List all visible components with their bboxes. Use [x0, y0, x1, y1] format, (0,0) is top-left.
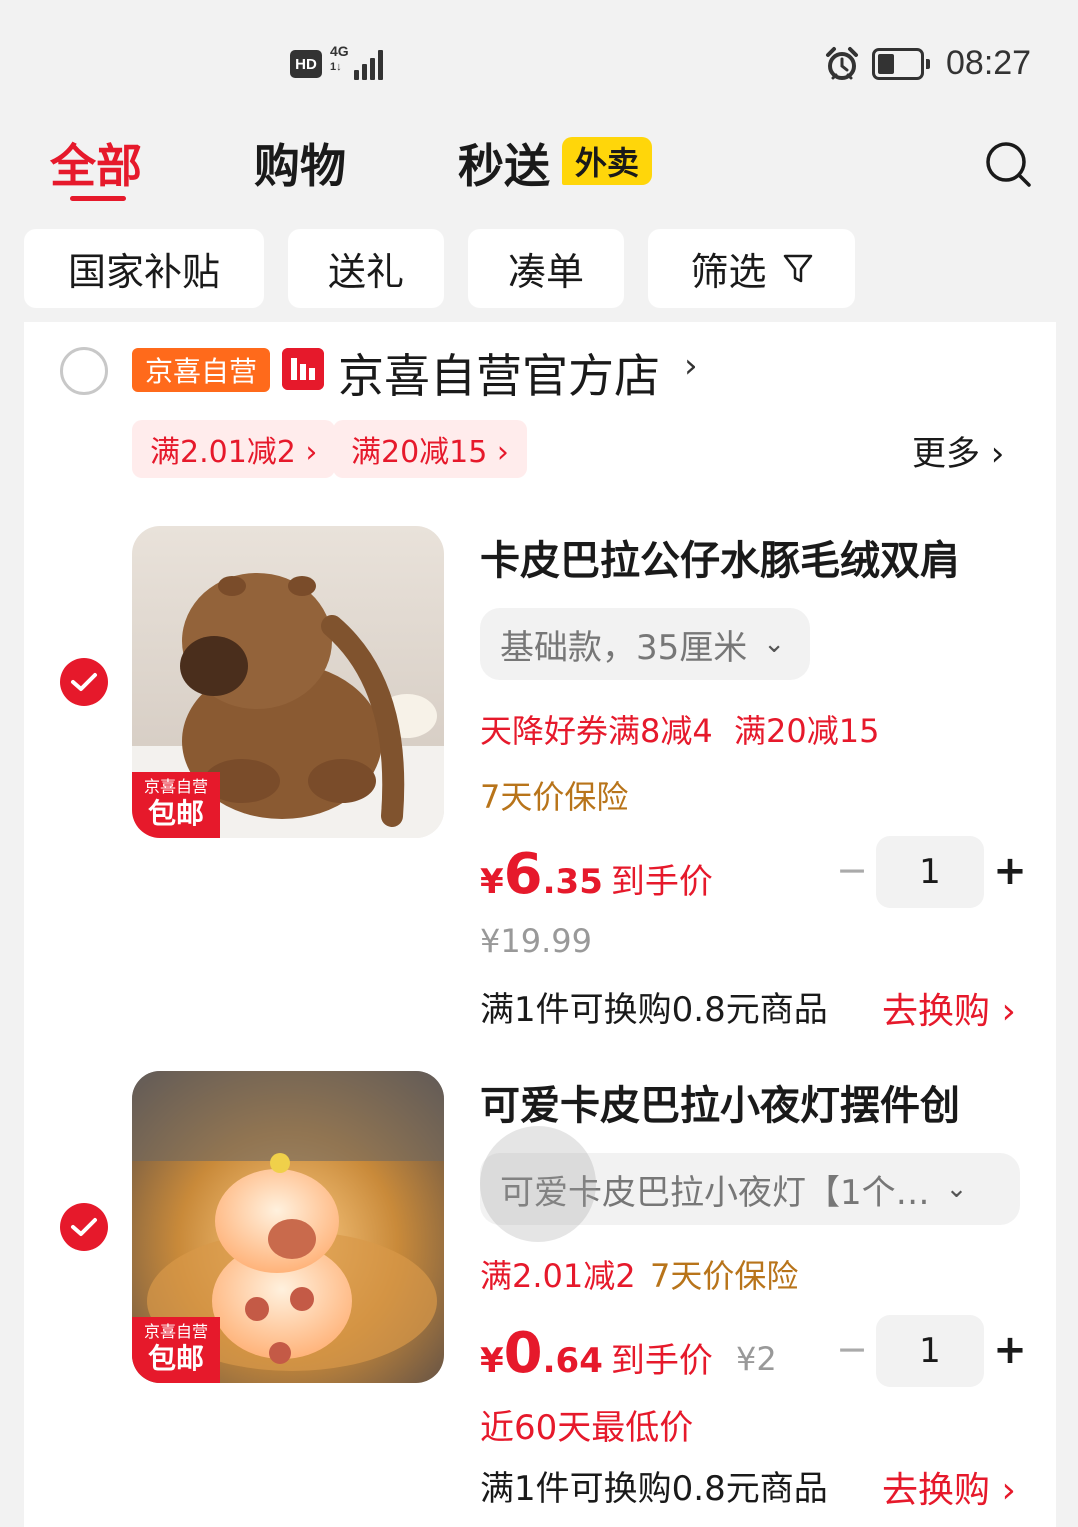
store-logo-icon [282, 348, 324, 390]
store-promo-1[interactable]: 满2.01减2 › [132, 420, 336, 478]
store-tag: 京喜自营 [132, 348, 270, 392]
chevron-right-icon[interactable]: › [684, 346, 698, 386]
store-cart-card: 京喜自营 京喜自营官方店 › 满2.01减2 › 满20减15 › 更多 › 京… [24, 322, 1056, 1527]
item-2-increase-button[interactable]: + [990, 1327, 1030, 1373]
item-1-coupon-2: 满20减15 [734, 712, 880, 750]
alarm-icon [826, 47, 858, 80]
tab-instant-delivery[interactable]: 秒送 [458, 130, 550, 196]
touch-indicator [480, 1126, 596, 1242]
chevron-down-icon: ⌄ [945, 1174, 968, 1204]
battery-icon [872, 48, 930, 80]
free-shipping-badge: 京喜自营 包邮 [132, 772, 220, 838]
funnel-icon [783, 254, 812, 282]
hd-indicator: HD [290, 50, 322, 78]
item-2-price: ¥0.64 到手价 [480, 1321, 713, 1386]
item-2-checkbox[interactable] [60, 1203, 108, 1251]
search-icon[interactable] [980, 136, 1036, 192]
item-2-price-insurance: 7天价保险 [650, 1257, 799, 1295]
free-shipping-badge: 京喜自营 包邮 [132, 1317, 220, 1383]
item-1-image[interactable]: 京喜自营 包邮 [132, 526, 444, 838]
item-2-image[interactable]: 京喜自营 包邮 [132, 1071, 444, 1383]
chevron-down-icon: ⌄ [763, 629, 786, 659]
item-2-lowest-price-note: 近60天最低价 [480, 1408, 694, 1448]
item-1-variant-selector[interactable]: 基础款，35厘米 ⌄ [480, 608, 810, 680]
takeaway-badge: 外卖 [562, 137, 652, 185]
filter-button[interactable]: 筛选 [648, 229, 855, 308]
tab-active-indicator [70, 196, 126, 201]
store-select-checkbox[interactable] [60, 347, 108, 395]
tab-all[interactable]: 全部 [50, 130, 142, 196]
filter-gift[interactable]: 送礼 [288, 229, 444, 308]
item-2-original-price: ¥2 [736, 1340, 777, 1378]
item-1-checkbox[interactable] [60, 658, 108, 706]
item-2-decrease-button[interactable]: − [832, 1327, 872, 1371]
network-type: 4G 1↓ [330, 43, 349, 73]
item-1-quantity[interactable]: 1 [876, 836, 984, 908]
item-1-decrease-button[interactable]: − [832, 848, 872, 892]
item-2-title[interactable]: 可爱卡皮巴拉小夜灯摆件创 [480, 1073, 1000, 1131]
status-bar: HD 4G 1↓ 08:27 [0, 0, 1078, 120]
more-promos-link[interactable]: 更多 › [912, 426, 1004, 475]
filter-national-subsidy[interactable]: 国家补贴 [24, 229, 264, 308]
item-1-exchange-text: 满1件可换购0.8元商品 [480, 990, 828, 1030]
item-1-coupon-1: 天降好券满8减4 [480, 712, 713, 750]
store-promo-2[interactable]: 满20减15 › [333, 420, 527, 478]
item-1-original-price: ¥19.99 [480, 922, 592, 960]
item-2-quantity[interactable]: 1 [876, 1315, 984, 1387]
tab-shopping[interactable]: 购物 [254, 130, 346, 196]
item-1-title[interactable]: 卡皮巴拉公仔水豚毛绒双肩 [480, 528, 1000, 586]
item-1-price: ¥6.35 到手价 [480, 842, 713, 907]
store-name[interactable]: 京喜自营官方店 [338, 340, 660, 406]
item-1-exchange-link[interactable]: 去换购 › [882, 982, 1016, 1034]
item-1-increase-button[interactable]: + [990, 848, 1030, 894]
check-icon [71, 673, 97, 691]
item-2-exchange-link[interactable]: 去换购 › [882, 1461, 1016, 1513]
check-icon [71, 1218, 97, 1236]
clock: 08:27 [946, 44, 1032, 82]
item-1-price-insurance: 7天价保险 [480, 778, 629, 816]
filter-combine-order[interactable]: 凑单 [468, 229, 624, 308]
item-2-coupon-1: 满2.01减2 [480, 1257, 636, 1295]
item-2-exchange-text: 满1件可换购0.8元商品 [480, 1469, 828, 1509]
signal-icon [352, 46, 388, 80]
